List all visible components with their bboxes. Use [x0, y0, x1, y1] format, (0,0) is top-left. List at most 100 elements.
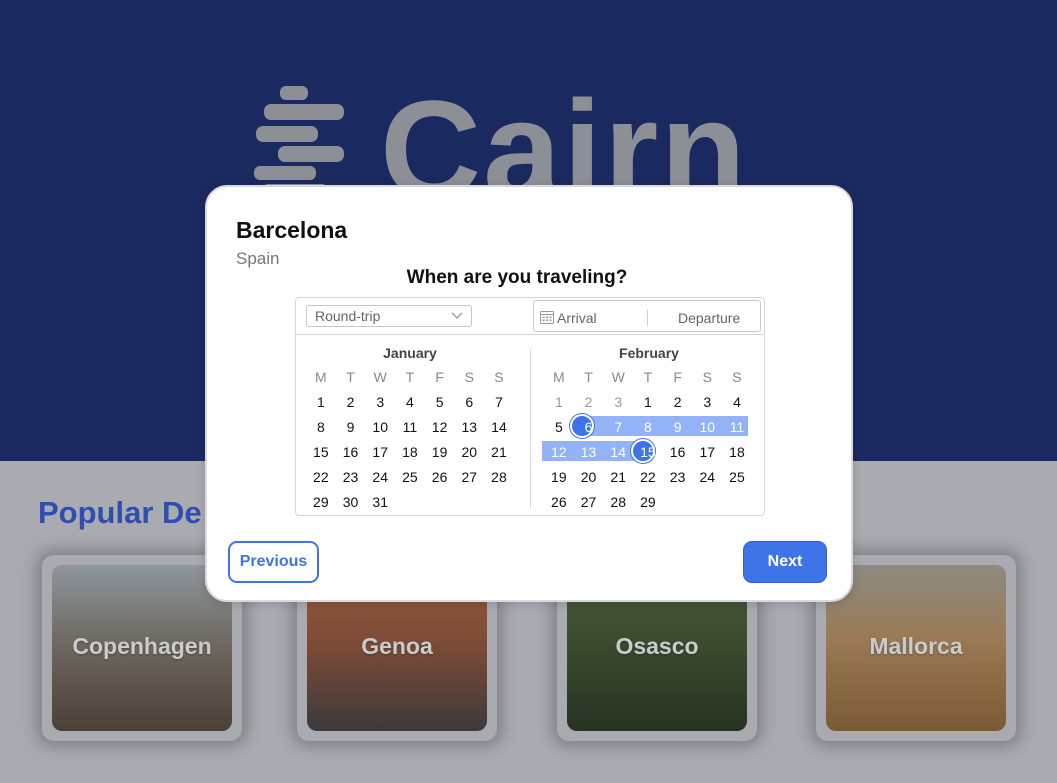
month-divider — [530, 349, 531, 509]
day-cell[interactable]: 17 — [365, 444, 395, 460]
calendar-icon — [540, 311, 554, 324]
date-picker-toolbar: Round-trip Arrival Departure — [296, 298, 764, 335]
departure-field[interactable]: Departure — [678, 310, 740, 326]
weekday-label: S — [732, 369, 742, 385]
range-divider — [647, 310, 648, 326]
day-cell[interactable]: 21 — [603, 469, 633, 485]
day-cell[interactable]: 27 — [454, 469, 484, 485]
weekday-label: M — [315, 369, 327, 385]
day-cell[interactable]: 26 — [544, 494, 574, 510]
day-cell-in-range[interactable]: 11 — [722, 419, 752, 435]
day-cell-in-range[interactable]: 8 — [633, 419, 663, 435]
day-cell[interactable]: 19 — [425, 444, 455, 460]
weekday-label: W — [373, 369, 387, 385]
chevron-down-icon — [451, 312, 463, 319]
day-cell[interactable]: 30 — [336, 494, 366, 510]
day-cell[interactable]: 27 — [574, 494, 604, 510]
day-cell-outside-month: 3 — [614, 393, 623, 410]
day-cell[interactable]: 23 — [336, 469, 366, 485]
week-row: 12 13 14 15 16 17 18 — [542, 439, 754, 464]
week-row: 1 2 3 4 5 6 7 — [306, 389, 516, 414]
day-cell-in-range[interactable]: 12 — [544, 444, 574, 460]
day-cell-in-range[interactable]: 14 — [603, 444, 633, 460]
day-cell[interactable]: 6 — [454, 394, 484, 410]
day-cell[interactable]: 25 — [722, 469, 752, 485]
day-cell[interactable]: 26 — [425, 469, 455, 485]
weekday-header: M T W T F S S — [306, 365, 516, 389]
day-cell[interactable]: 24 — [365, 469, 395, 485]
weekday-label: T — [405, 369, 415, 385]
previous-button[interactable]: Previous — [228, 541, 319, 583]
day-cell[interactable]: 13 — [454, 419, 484, 435]
day-cell[interactable]: 24 — [692, 469, 722, 485]
day-cell[interactable]: 28 — [603, 494, 633, 510]
day-cell[interactable]: 22 — [633, 469, 663, 485]
day-cell[interactable]: 5 — [425, 394, 455, 410]
day-cell[interactable]: 1 — [633, 394, 663, 410]
month-title: February — [619, 345, 679, 361]
arrival-field[interactable]: Arrival — [557, 310, 597, 326]
day-cell-in-range[interactable]: 13 — [574, 444, 604, 460]
date-picker: Round-trip Arrival Departure January M T… — [295, 297, 765, 516]
day-cell[interactable]: 31 — [365, 494, 395, 510]
weekday-label: W — [611, 369, 625, 385]
day-cell[interactable]: 9 — [336, 419, 366, 435]
day-cell[interactable]: 22 — [306, 469, 336, 485]
day-cell[interactable]: 16 — [663, 444, 693, 460]
day-cell[interactable]: 5 — [544, 419, 574, 435]
destination-label: Copenhagen — [72, 633, 212, 659]
day-cell[interactable]: 18 — [395, 444, 425, 460]
day-cell-in-range[interactable]: 10 — [692, 419, 722, 435]
day-cell[interactable]: 11 — [395, 419, 425, 435]
day-cell-in-range[interactable]: 7 — [603, 419, 633, 435]
day-cell[interactable]: 16 — [336, 444, 366, 460]
day-cell[interactable]: 10 — [365, 419, 395, 435]
day-cell-in-range[interactable]: 9 — [663, 419, 693, 435]
trip-type-select[interactable]: Round-trip — [306, 305, 472, 327]
trip-type-value: Round-trip — [315, 308, 381, 324]
day-cell[interactable]: 4 — [395, 394, 425, 410]
day-cell[interactable]: 14 — [484, 419, 514, 435]
day-cell-range-end[interactable]: 15 — [633, 444, 663, 460]
day-cell[interactable]: 4 — [722, 394, 752, 410]
day-cell[interactable]: 25 — [395, 469, 425, 485]
day-cell[interactable]: 8 — [306, 419, 336, 435]
day-cell[interactable]: 18 — [722, 444, 752, 460]
day-cell[interactable]: 1 — [306, 394, 336, 410]
weekday-label: S — [464, 369, 474, 385]
day-cell[interactable]: 7 — [484, 394, 514, 410]
day-cell[interactable]: 23 — [663, 469, 693, 485]
day-cell[interactable]: 17 — [692, 444, 722, 460]
weekday-label: T — [584, 369, 593, 385]
week-row: 5 6 7 8 9 10 11 — [544, 414, 754, 439]
weekday-label: S — [494, 369, 504, 385]
day-cell[interactable]: 15 — [306, 444, 336, 460]
weekday-label: M — [553, 369, 565, 385]
day-cell[interactable]: 20 — [454, 444, 484, 460]
day-cell[interactable]: 3 — [365, 394, 395, 410]
day-cell[interactable]: 29 — [306, 494, 336, 510]
destination-country: Spain — [236, 249, 280, 268]
day-cell[interactable]: 3 — [692, 394, 722, 410]
day-cell[interactable]: 2 — [663, 394, 693, 410]
month-january: January M T W T F S S 1 2 3 4 5 6 7 8 9 … — [306, 345, 516, 514]
day-cell[interactable]: 20 — [574, 469, 604, 485]
week-row: 8 9 10 11 12 13 14 — [306, 414, 516, 439]
week-row: 15 16 17 18 19 20 21 — [306, 439, 516, 464]
weekday-label: S — [702, 369, 712, 385]
day-cell[interactable]: 29 — [633, 494, 663, 510]
day-cell[interactable]: 12 — [425, 419, 455, 435]
day-cell-range-start[interactable]: 6 — [574, 419, 604, 435]
day-cell[interactable]: 28 — [484, 469, 514, 485]
date-range-field[interactable]: Arrival Departure — [533, 300, 761, 332]
trip-dates-modal: Barcelona Spain When are you traveling? … — [205, 185, 853, 602]
week-row: 22 23 24 25 26 27 28 — [306, 464, 516, 489]
popular-destinations-heading: Popular De — [38, 495, 202, 530]
day-cell[interactable]: 19 — [544, 469, 574, 485]
day-cell-outside-month: 1 — [554, 393, 563, 410]
day-cell[interactable]: 21 — [484, 444, 514, 460]
next-button[interactable]: Next — [743, 541, 827, 583]
week-row: 1 2 3 1 2 3 4 — [544, 389, 754, 414]
day-cell[interactable]: 2 — [336, 394, 366, 410]
month-february: February M T W T F S S 1 2 3 1 2 3 4 5 6… — [542, 345, 754, 514]
